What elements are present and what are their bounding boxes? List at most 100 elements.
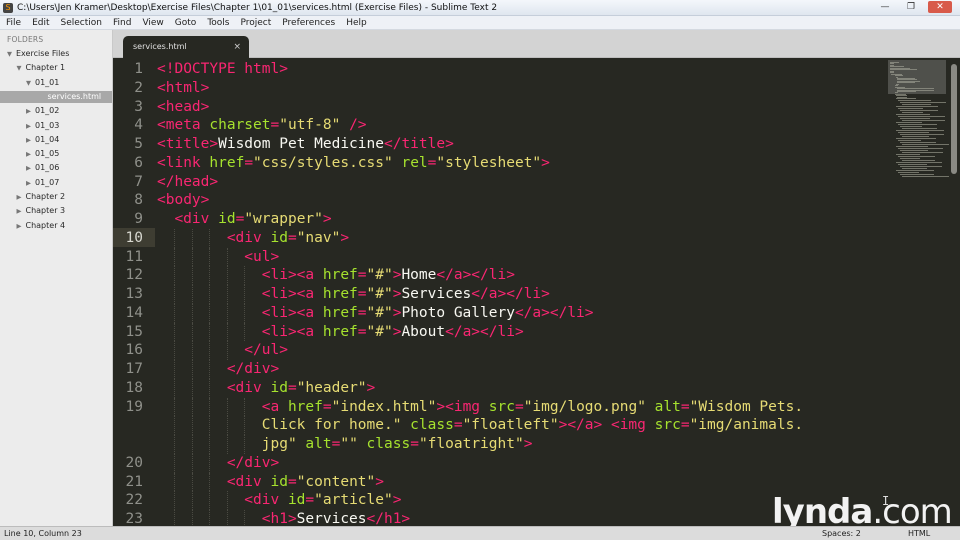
title-bar: S C:\Users\Jen Kramer\Desktop\Exercise F… [0,0,960,16]
code-line[interactable]: <h1>Services</h1> [262,510,410,526]
disclosure-collapsed-icon[interactable]: ▶ [17,205,26,217]
line-number: 18 [125,379,143,396]
indent-guide [244,416,246,435]
tree-item[interactable]: ▼ Chapter 1 [0,62,112,74]
minimap-line [896,138,936,139]
code-line[interactable]: <div id="wrapper"> [174,210,331,229]
tree-item[interactable]: services.html [0,90,112,103]
code-line[interactable]: <html> [157,79,209,98]
tree-item[interactable]: ▶ Chapter 2 [0,191,112,203]
code-token: </a></li> [445,323,524,340]
code-line[interactable]: <link href="css/styles.css" rel="stylesh… [157,154,550,173]
disclosure-collapsed-icon[interactable]: ▶ [26,148,35,160]
code-line[interactable]: <!DOCTYPE html> [157,60,288,79]
disclosure-collapsed-icon[interactable]: ▶ [26,134,35,146]
tree-item[interactable]: ▶ Chapter 3 [0,205,112,217]
tree-item[interactable]: ▶ Chapter 4 [0,220,112,232]
code-token: </ul> [244,342,288,359]
disclosure-expanded-icon[interactable]: ▼ [17,62,26,74]
tree-item[interactable]: ▶ 01_05 [0,148,112,160]
disclosure-expanded-icon[interactable]: ▼ [7,48,16,60]
code-line[interactable]: <body> [157,191,209,210]
menu-project[interactable]: Project [234,16,276,30]
syntax-mode[interactable]: HTML [908,527,930,540]
disclosure-collapsed-icon[interactable]: ▶ [26,105,35,117]
disclosure-collapsed-icon[interactable]: ▶ [17,191,26,203]
vertical-scrollbar[interactable] [949,58,960,526]
line-number: 12 [125,267,143,284]
tree-item[interactable]: ▶ 01_07 [0,177,112,189]
minimap-line [898,172,919,173]
code-token: "header" [296,379,367,396]
code-line[interactable]: <ul> [244,248,279,267]
menu-file[interactable]: File [0,16,26,30]
code-token: <html> [157,79,210,96]
code-line[interactable]: </div> [227,360,279,379]
maximize-button[interactable]: ❐ [900,1,922,13]
disclosure-collapsed-icon[interactable]: ▶ [17,220,26,232]
code-line[interactable]: <head> [157,98,209,117]
tree-item[interactable]: ▼ 01_01 [0,77,112,89]
code-line[interactable]: <li><a href="#">About</a></li> [262,323,524,342]
menu-goto[interactable]: Goto [169,16,202,30]
disclosure-collapsed-icon[interactable]: ▶ [26,162,35,174]
tree-item[interactable]: ▶ 01_04 [0,134,112,146]
indentation-setting[interactable]: Spaces: 2 [822,527,861,540]
disclosure-expanded-icon[interactable]: ▼ [26,77,35,89]
minimap-line [897,82,916,84]
tab-close-icon[interactable]: × [233,36,241,58]
indent-guide [209,491,211,510]
tree-item[interactable]: ▶ 01_06 [0,162,112,174]
code-token: Services [401,286,472,302]
code-line[interactable]: </div> [227,454,279,473]
scrollbar-thumb[interactable] [951,64,957,174]
menu-edit[interactable]: Edit [26,16,54,30]
code-line[interactable]: <meta charset="utf-8" /> [157,116,367,135]
tree-item[interactable]: ▶ 01_02 [0,105,112,117]
code-editor[interactable]: 1 2 3 4 5 6 7 8 9 10 11 12 13 14 15 16 17 18 19 20 21 22 23 <!… [113,58,960,526]
code-line[interactable]: <li><a href="#">Photo Gallery</a></li> [262,304,594,323]
code-line[interactable]: <title>Wisdom Pet Medicine</title> [157,135,454,154]
code-line[interactable]: <div id="header"> [227,379,375,398]
code-token: <meta [157,117,210,134]
code-token: href [322,267,358,284]
code-token: > [523,436,533,452]
minimap[interactable] [888,58,951,178]
code-line[interactable]: </head> [157,173,218,192]
menu-view[interactable]: View [136,16,168,30]
code-token: Click for home." [261,417,402,434]
tree-item[interactable]: ▼ Exercise Files [0,48,112,60]
code-line[interactable]: <div id="nav"> [227,229,349,248]
code-line[interactable]: <div id="article"> [244,491,401,510]
close-window-button[interactable]: ✕ [928,1,952,13]
tab-services-html[interactable]: services.html × [123,36,249,58]
code-line[interactable]: </ul> [244,341,288,360]
code-token: = [357,267,367,284]
minimap-line [900,158,920,159]
menu-find[interactable]: Find [107,16,136,30]
disclosure-collapsed-icon[interactable]: ▶ [26,120,35,132]
code-line[interactable]: jpg" alt="" class="floatright"> [262,435,533,454]
menu-selection[interactable]: Selection [55,16,107,30]
minimap-line [896,122,922,123]
code-line[interactable]: <li><a href="#">Home</a></li> [262,266,515,285]
code-token: "wrapper" [244,211,323,227]
code-line[interactable]: Click for home." class="floatleft"></a> … [262,416,803,435]
code-line[interactable]: <div id="content"> [227,473,384,492]
code-token: > [392,492,402,509]
tree-item[interactable]: ▶ 01_03 [0,120,112,132]
code-token: href [322,304,358,321]
menu-help[interactable]: Help [340,16,372,30]
minimize-button[interactable]: — [874,1,896,13]
code-token: </div> [226,454,280,471]
code-line[interactable]: <li><a href="#">Services</a></li> [262,285,550,304]
code-token: "#" [366,267,393,284]
code-token: <title> [157,136,219,152]
code-line[interactable]: <a href="index.html"><img src="img/logo.… [262,398,803,417]
indent-guide [174,435,176,454]
menu-tools[interactable]: Tools [201,16,234,30]
menu-preferences[interactable]: Preferences [276,16,340,30]
disclosure-collapsed-icon[interactable]: ▶ [26,177,35,189]
